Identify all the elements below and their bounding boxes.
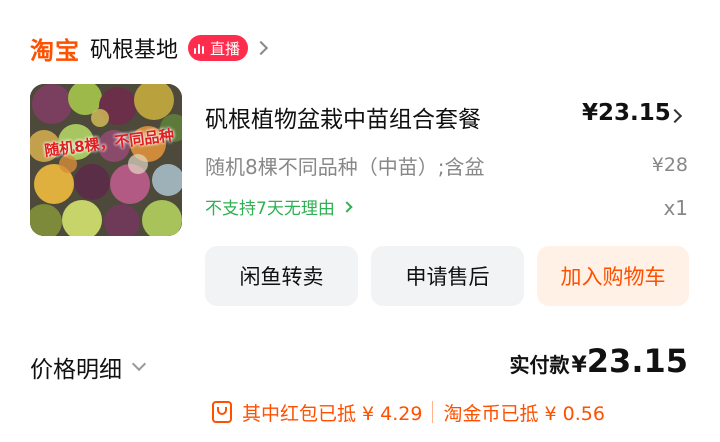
return-policy[interactable]: 不支持7天无理由 — [205, 194, 353, 219]
product-title[interactable]: 矾根植物盆栽中苗组合套餐 — [205, 100, 481, 134]
live-label: 直播 — [210, 39, 241, 58]
original-price: ¥28 — [651, 154, 688, 176]
paid-amount: 实付款 ¥ 23.15 — [509, 342, 688, 380]
product-image[interactable]: 随机8棵，不同品种 — [30, 84, 182, 236]
product-price[interactable]: ¥23.15 — [582, 100, 671, 126]
add-to-cart-button[interactable]: 加入购物车 — [537, 246, 689, 306]
discount-row: 其中红包已抵 ¥ 4.29 淘金币已抵 ¥ 0.56 — [212, 398, 605, 426]
coin-discount: 淘金币已抵 ¥ 0.56 — [443, 402, 605, 425]
divider — [432, 401, 434, 423]
currency-symbol: ¥ — [571, 353, 587, 378]
price-detail-label: 价格明细 — [30, 357, 122, 383]
coupon-icon — [212, 401, 232, 423]
paid-value: 23.15 — [586, 342, 688, 380]
live-bars-icon — [194, 42, 206, 54]
red-packet-discount: 其中红包已抵 ¥ 4.29 — [242, 402, 423, 425]
chevron-right-icon — [253, 40, 269, 56]
sku-spec: 随机8棵不同品种（中苗）;含盆 — [205, 155, 485, 179]
taobao-logo: 淘宝 — [30, 36, 80, 65]
chevron-down-icon — [131, 356, 147, 372]
live-badge[interactable]: 直播 — [188, 35, 249, 61]
paid-label: 实付款 — [509, 353, 570, 377]
store-name[interactable]: 矾根基地 — [90, 32, 178, 64]
aftersale-button[interactable]: 申请售后 — [371, 246, 524, 306]
chevron-right-icon — [341, 200, 353, 213]
resell-button[interactable]: 闲鱼转卖 — [205, 246, 358, 306]
quantity: x1 — [663, 196, 688, 220]
price-detail-toggle[interactable]: 价格明细 — [30, 350, 147, 384]
return-policy-label: 不支持7天无理由 — [205, 199, 335, 219]
store-header[interactable]: 淘宝 矾根基地 直播 — [30, 30, 269, 66]
